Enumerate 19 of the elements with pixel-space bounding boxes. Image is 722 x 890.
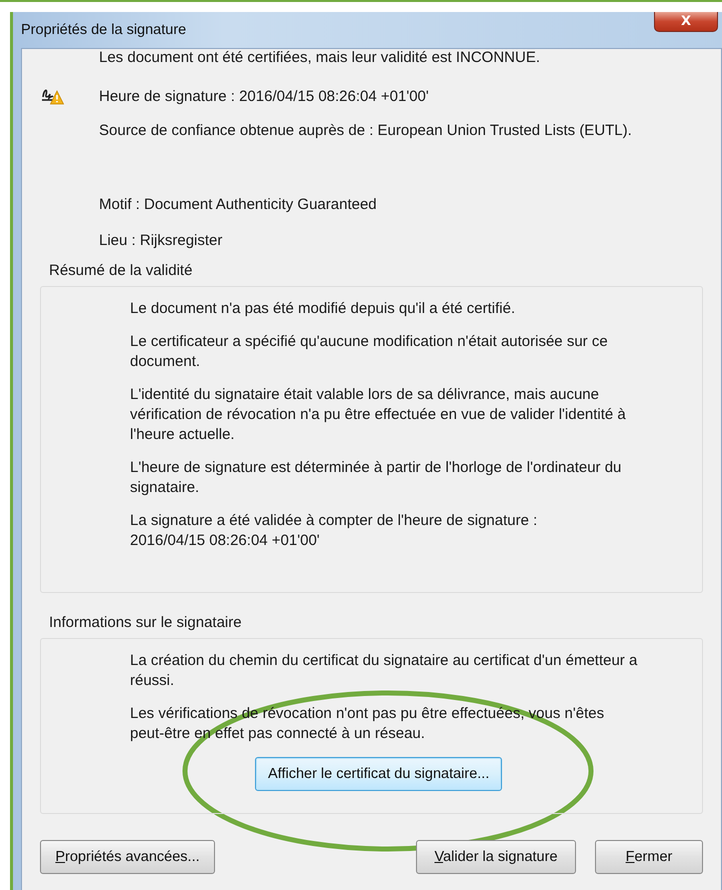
validity-text: La signature a été validée à compter de l'heure de signature : 2016/04/15 08:26:04 +01'00' — [130, 511, 538, 551]
group-title: Informations sur le signataire — [48, 614, 243, 632]
advanced-properties-button[interactable]: Propriétés avancées... — [40, 840, 215, 874]
validity-text: L'heure de signature est déterminée à partir de l'horloge de l'ordinateur du signataire. — [130, 458, 622, 498]
window-title: Propriétés de la signature — [21, 22, 186, 38]
info-text: Source de confiance obtenue auprès de : European Union Trusted Lists (EUTL). — [99, 122, 632, 141]
validity-text: Le certificateur a spécifié qu'aucune modification n'était autorisée sur ce document. — [130, 332, 609, 372]
info-text: Heure de signature : 2016/04/15 08:26:04 +01'00' — [99, 88, 430, 107]
show-certificate-button[interactable]: Afficher le certificat du signataire... — [255, 757, 502, 791]
validity-text: L'identité du signataire était valable lors de sa délivrance, mais aucune vérification de révocation n'a pu être effectuée en vue de valider l'identité à l'heure actuelle. — [130, 385, 627, 445]
validity-text: Le document n'a pas été modifié depuis qu'il a été certifié. — [130, 299, 516, 319]
close-dialog-button[interactable]: Fermer — [595, 840, 703, 874]
info-text: Lieu : Rijksregister — [99, 232, 224, 251]
group-title: Résumé de la validité — [48, 262, 194, 280]
status-text: Les document ont été certifiées, mais leur validité est INCONNUE. — [99, 49, 542, 68]
signer-text: La création du chemin du certificat du signataire au certificat d'un émetteur a réussi. — [130, 651, 638, 691]
info-text: Motif : Document Authenticity Guaranteed — [99, 196, 378, 215]
close-button[interactable]: X — [654, 12, 718, 32]
validate-button[interactable]: Valider la signature — [416, 840, 576, 874]
